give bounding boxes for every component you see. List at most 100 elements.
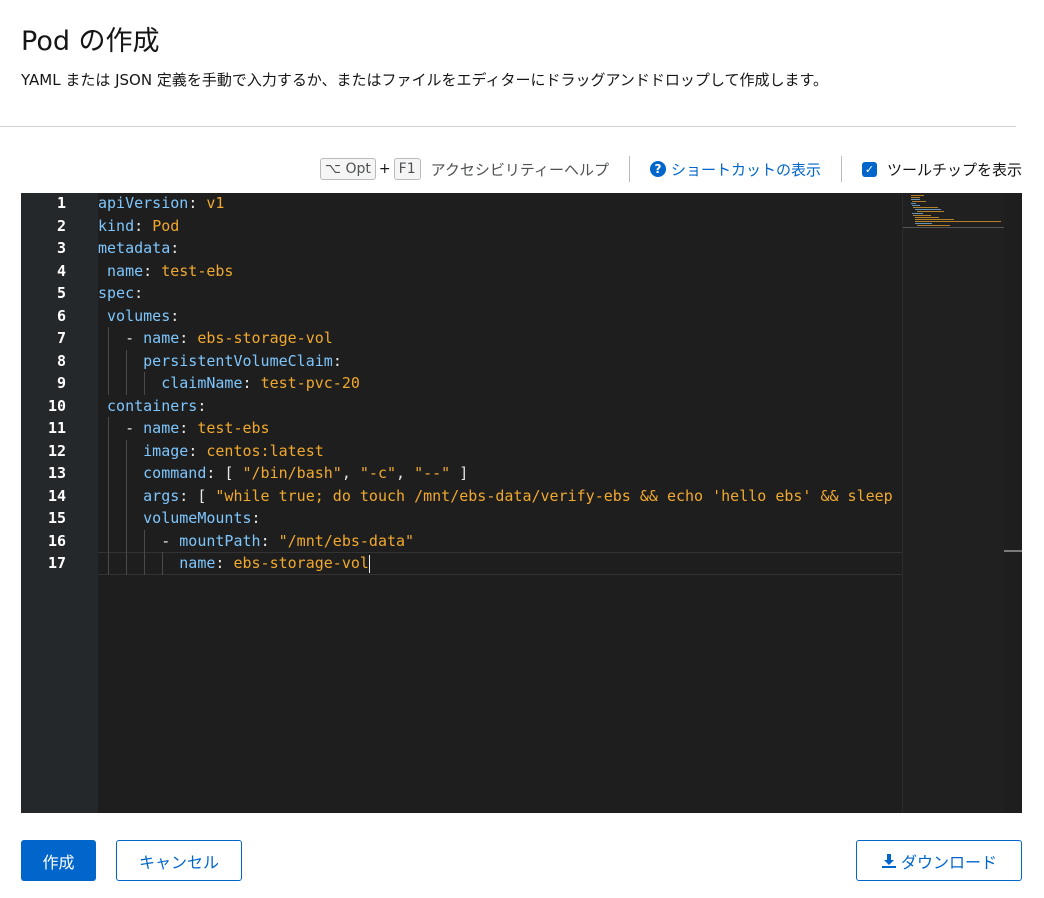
yaml-value: test-ebs bbox=[161, 261, 234, 280]
yaml-key: args bbox=[143, 486, 180, 505]
list-dash: - bbox=[125, 329, 144, 347]
line-number: 13 bbox=[47, 464, 66, 482]
line-number: 8 bbox=[56, 351, 66, 370]
yaml-separator: : bbox=[188, 194, 207, 212]
code-line[interactable]: name: test-ebs bbox=[98, 260, 233, 283]
yaml-separator: : bbox=[260, 531, 279, 550]
tooltips-checkbox[interactable]: ✓ bbox=[861, 161, 877, 177]
code-line[interactable]: containers: bbox=[98, 395, 206, 418]
yaml-key: spec bbox=[98, 284, 135, 302]
line-number: 6 bbox=[56, 306, 66, 325]
page-title: Pod の作成 bbox=[21, 26, 160, 57]
yaml-key: name bbox=[143, 329, 180, 347]
line-number: 5 bbox=[56, 284, 66, 302]
yaml-value: [ "/bin/bash", "-c", "--" ] bbox=[224, 464, 469, 482]
yaml-editor[interactable]: 1 2 3 4 5 6 7 8 9 10 11 12 13 14 15 16 17 apiVersion: v1… bbox=[21, 193, 1022, 813]
shortcut-plus: + bbox=[378, 161, 391, 177]
code-line[interactable]: volumeMounts: bbox=[98, 507, 261, 530]
header-divider bbox=[0, 126, 1016, 127]
yaml-key: mountPath bbox=[179, 531, 261, 550]
line-number: 10 bbox=[47, 396, 66, 415]
yaml-separator: : bbox=[179, 486, 198, 505]
yaml-separator: : bbox=[206, 464, 225, 482]
code-line[interactable]: command: [ "/bin/bash", "-c", "--" ] bbox=[98, 462, 468, 485]
code-line[interactable]: claimName: test-pvc-20 bbox=[98, 372, 360, 395]
yaml-key: metadata bbox=[98, 239, 171, 257]
line-number: 12 bbox=[47, 441, 66, 460]
yaml-separator: : bbox=[170, 306, 180, 325]
yaml-key: name bbox=[179, 554, 216, 572]
code-line[interactable]: image: centos:latest bbox=[98, 440, 324, 463]
yaml-key: volumeMounts bbox=[143, 509, 252, 527]
show-shortcuts-label: ショートカットの表示 bbox=[670, 160, 821, 179]
shortcut-key-f1: F1 bbox=[393, 158, 421, 180]
yaml-value: v1 bbox=[206, 194, 225, 212]
code-line[interactable]: apiVersion: v1 bbox=[98, 193, 224, 215]
code-line[interactable]: name: ebs-storage-vol bbox=[98, 552, 370, 575]
yaml-value: centos:latest bbox=[206, 441, 324, 460]
text-cursor bbox=[368, 554, 370, 573]
page-header: Pod の作成 YAML または JSON 定義を手動で入力するか、またはファイ… bbox=[21, 22, 1044, 90]
code-line[interactable]: kind: Pod bbox=[98, 215, 179, 238]
accessibility-help-text: アクセシビリティーヘルプ bbox=[430, 160, 609, 179]
yaml-separator: : bbox=[179, 329, 198, 347]
download-button[interactable]: ダウンロード bbox=[856, 840, 1022, 881]
show-shortcuts-button[interactable]: ? ショートカットの表示 bbox=[649, 159, 821, 180]
code-area[interactable]: apiVersion: v1 kind: Pod metadata: name: t… bbox=[98, 193, 903, 813]
minimap-viewport[interactable] bbox=[903, 193, 1004, 228]
line-number: 9 bbox=[56, 374, 66, 392]
yaml-separator: : bbox=[143, 261, 162, 280]
page-description: YAML または JSON 定義を手動で入力するか、またはファイルをエディターに… bbox=[21, 71, 828, 89]
create-button[interactable]: 作成 bbox=[21, 840, 96, 881]
toolbar-separator bbox=[840, 156, 842, 182]
code-line[interactable]: volumes: bbox=[98, 305, 179, 328]
line-number-gutter: 1 2 3 4 5 6 7 8 9 10 11 12 13 14 15 16 17 bbox=[21, 193, 98, 813]
yaml-separator: : bbox=[179, 419, 198, 437]
toolbar-separator bbox=[628, 156, 630, 182]
yaml-value: ebs-storage-vol bbox=[197, 329, 333, 347]
yaml-value: Pod bbox=[152, 216, 180, 235]
code-line[interactable]: - mountPath: "/mnt/ebs-data" bbox=[98, 530, 414, 553]
yaml-key: image bbox=[143, 441, 189, 460]
yaml-key: name bbox=[143, 419, 180, 437]
yaml-separator: : bbox=[170, 239, 180, 257]
yaml-value: "/mnt/ebs-data" bbox=[278, 531, 415, 550]
editor-toolbar: ⌥ Opt + F1 アクセシビリティーヘルプ ? ショートカットの表示 ✓ ツ… bbox=[319, 155, 1022, 183]
question-circle-icon: ? bbox=[649, 161, 666, 177]
list-dash: - bbox=[161, 531, 180, 550]
line-number: 15 bbox=[47, 509, 66, 527]
scrollbar-cursor-marker bbox=[1004, 550, 1022, 552]
editor-scrollbar[interactable] bbox=[1004, 193, 1022, 813]
line-number: 2 bbox=[56, 216, 66, 235]
code-line[interactable]: - name: test-ebs bbox=[98, 417, 270, 440]
code-line[interactable]: metadata: bbox=[98, 237, 179, 260]
yaml-separator: : bbox=[134, 284, 144, 302]
yaml-key: command bbox=[143, 464, 207, 482]
editor-minimap[interactable] bbox=[902, 193, 1004, 813]
download-label: ダウンロード bbox=[900, 852, 997, 872]
yaml-value: test-ebs bbox=[197, 419, 270, 437]
yaml-separator: : bbox=[332, 351, 342, 370]
yaml-key: apiVersion bbox=[98, 194, 189, 212]
yaml-separator: : bbox=[215, 554, 234, 572]
yaml-key: volumes bbox=[107, 306, 171, 325]
shortcut-key-opt: ⌥ Opt bbox=[319, 158, 376, 180]
line-number: 14 bbox=[47, 486, 66, 505]
yaml-key: kind bbox=[98, 216, 135, 235]
code-line[interactable]: args: [ "while true; do touch /mnt/ebs-d… bbox=[98, 485, 903, 508]
cancel-button[interactable]: キャンセル bbox=[116, 840, 242, 881]
code-line[interactable]: - name: ebs-storage-vol bbox=[98, 327, 333, 350]
line-number: 16 bbox=[47, 531, 66, 550]
line-number: 17 bbox=[47, 554, 66, 572]
line-number: 4 bbox=[56, 261, 66, 280]
yaml-separator: : bbox=[251, 509, 261, 527]
code-line[interactable]: spec: bbox=[98, 282, 143, 305]
yaml-value: [ "while true; do touch /mnt/ebs-data/ve… bbox=[197, 486, 903, 505]
yaml-value: ebs-storage-vol bbox=[233, 554, 369, 572]
yaml-key: containers bbox=[107, 396, 198, 415]
yaml-separator: : bbox=[197, 396, 207, 415]
code-line[interactable]: persistentVolumeClaim: bbox=[98, 350, 342, 373]
yaml-value: test-pvc-20 bbox=[260, 374, 360, 392]
yaml-separator: : bbox=[188, 441, 207, 460]
tooltips-label[interactable]: ツールチップを表示 bbox=[887, 159, 1022, 180]
